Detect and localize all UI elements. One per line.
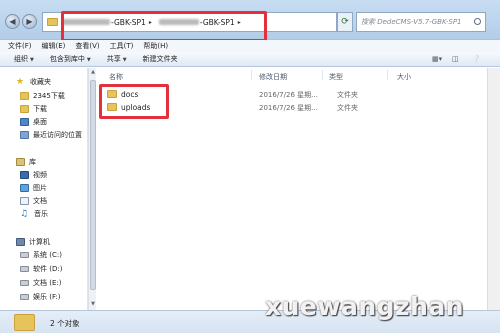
sidebar-item-drive-d[interactable]: 软件 (D:) (20, 263, 62, 274)
sidebar-item-2345-downloads[interactable]: 2345下载 (20, 90, 65, 101)
sidebar-item-label: 音乐 (34, 209, 48, 218)
sidebar-item-label: 下载 (33, 104, 47, 113)
chevron-down-icon: ▼ (30, 57, 34, 63)
refresh-button[interactable]: ⟳ (337, 12, 353, 32)
menu-view[interactable]: 查看(V) (75, 41, 99, 51)
column-header-size[interactable]: 大小 (397, 72, 411, 82)
share-button[interactable]: 共享 ▼ (107, 54, 127, 64)
help-icon[interactable]: ❔ (472, 55, 481, 63)
sidebar-item-computer[interactable]: 计算机 (16, 236, 50, 247)
sidebar-item-label: 图片 (33, 183, 47, 192)
library-icon (16, 157, 25, 166)
drive-icon (20, 265, 29, 272)
menu-edit[interactable]: 编辑(E) (42, 41, 66, 51)
drive-icon (20, 293, 29, 300)
include-in-library-button[interactable]: 包含到库中 ▼ (50, 54, 91, 64)
sidebar-item-label: 文档 (E:) (33, 278, 62, 287)
organize-button[interactable]: 组织 ▼ (14, 54, 34, 64)
sidebar-item-favorites[interactable]: ★ 收藏夹 (16, 76, 51, 87)
sidebar-item-label: 计算机 (29, 237, 50, 246)
preview-pane-icon[interactable]: ◫ (452, 55, 459, 63)
scrollbar-thumb[interactable] (90, 80, 96, 290)
recent-places-icon (20, 130, 29, 139)
view-options-icon[interactable]: ▦▾ (432, 55, 442, 63)
desktop-icon (20, 117, 29, 126)
menu-file[interactable]: 文件(F) (8, 41, 32, 51)
scroll-down-icon[interactable]: ▼ (89, 301, 97, 309)
video-icon (20, 170, 29, 179)
file-date: 2016/7/26 星期... (259, 91, 318, 99)
chevron-down-icon: ▼ (122, 57, 127, 63)
new-folder-button[interactable]: 新建文件夹 (143, 54, 178, 64)
document-icon (20, 196, 29, 205)
file-date: 2016/7/26 星期... (259, 104, 318, 112)
search-icon[interactable] (474, 18, 481, 25)
navigation-scrollbar[interactable]: ▲ ▼ (88, 68, 96, 310)
sidebar-item-drive-f[interactable]: 娱乐 (F:) (20, 291, 61, 302)
drive-icon (20, 279, 29, 286)
sidebar-item-drive-c[interactable]: 系统 (C:) (20, 249, 62, 260)
column-divider (322, 70, 323, 80)
command-toolbar: 组织 ▼ 包含到库中 ▼ 共享 ▼ 新建文件夹 ▦▾ ◫ ❔ (0, 52, 500, 67)
sidebar-item-label: 系统 (C:) (33, 250, 62, 259)
column-header-date[interactable]: 修改日期 (259, 72, 287, 82)
column-header-type[interactable]: 类型 (329, 72, 343, 82)
search-input[interactable]: 搜索 DedeCMS-V5.7-GBK-SP1 (356, 12, 486, 32)
item-count: 2 个对象 (50, 319, 80, 328)
sidebar-item-libraries[interactable]: 库 (16, 156, 36, 167)
sidebar-item-label: 桌面 (33, 117, 47, 126)
file-type: 文件夹 (337, 104, 358, 112)
sidebar-item-label: 视频 (33, 170, 47, 179)
share-label: 共享 (106, 55, 121, 63)
column-header-name[interactable]: 名称 (109, 72, 123, 82)
folder-icon (20, 91, 29, 100)
scroll-up-icon[interactable]: ▲ (89, 69, 97, 77)
highlight-box-address (61, 11, 267, 42)
sidebar-item-music[interactable]: ♫ 音乐 (20, 208, 48, 219)
picture-icon (20, 183, 29, 192)
computer-icon (16, 237, 25, 246)
sidebar-item-label: 文档 (33, 196, 47, 205)
sidebar-item-label: 软件 (D:) (33, 264, 63, 273)
sidebar-item-label: 娱乐 (F:) (33, 292, 61, 301)
highlight-box-files (99, 84, 169, 119)
file-list-scrollbar[interactable] (487, 68, 500, 310)
organize-label: 组织 (14, 55, 28, 63)
folder-icon (20, 104, 29, 113)
sidebar-item-label: 2345下载 (33, 91, 65, 100)
folder-icon (47, 18, 58, 26)
sidebar-item-label: 收藏夹 (30, 77, 51, 86)
back-button[interactable]: ◀ (5, 14, 20, 29)
search-placeholder: 搜索 DedeCMS-V5.7-GBK-SP1 (361, 18, 462, 26)
sidebar-item-label: 库 (29, 157, 36, 166)
sidebar-item-downloads[interactable]: 下载 (20, 103, 47, 114)
music-icon: ♫ (20, 208, 29, 219)
sidebar-item-recent-places[interactable]: 最近访问的位置 (20, 129, 82, 140)
navigation-pane: ★ 收藏夹 2345下载 下载 桌面 最近访问的位置 库 视频 图片 文档 ♫ … (0, 68, 88, 310)
watermark: xuewangzhan (265, 292, 465, 321)
sidebar-item-documents[interactable]: 文档 (20, 195, 47, 206)
star-icon: ★ (16, 76, 25, 87)
folder-icon (14, 314, 35, 331)
menu-bar: 文件(F) 编辑(E) 查看(V) 工具(T) 帮助(H) (0, 40, 500, 52)
menu-tools[interactable]: 工具(T) (110, 41, 134, 51)
file-type: 文件夹 (337, 91, 358, 99)
include-label: 包含到库中 (49, 55, 85, 63)
sidebar-item-videos[interactable]: 视频 (20, 169, 47, 180)
sidebar-item-pictures[interactable]: 图片 (20, 182, 47, 193)
sidebar-item-label: 最近访问的位置 (33, 130, 82, 139)
sidebar-item-drive-e[interactable]: 文档 (E:) (20, 277, 61, 288)
column-divider (387, 70, 388, 80)
sidebar-item-desktop[interactable]: 桌面 (20, 116, 47, 127)
forward-button[interactable]: ▶ (22, 14, 37, 29)
chevron-down-icon: ▼ (86, 57, 91, 63)
menu-help[interactable]: 帮助(H) (143, 41, 168, 51)
drive-icon (20, 251, 29, 258)
column-divider (251, 70, 252, 80)
